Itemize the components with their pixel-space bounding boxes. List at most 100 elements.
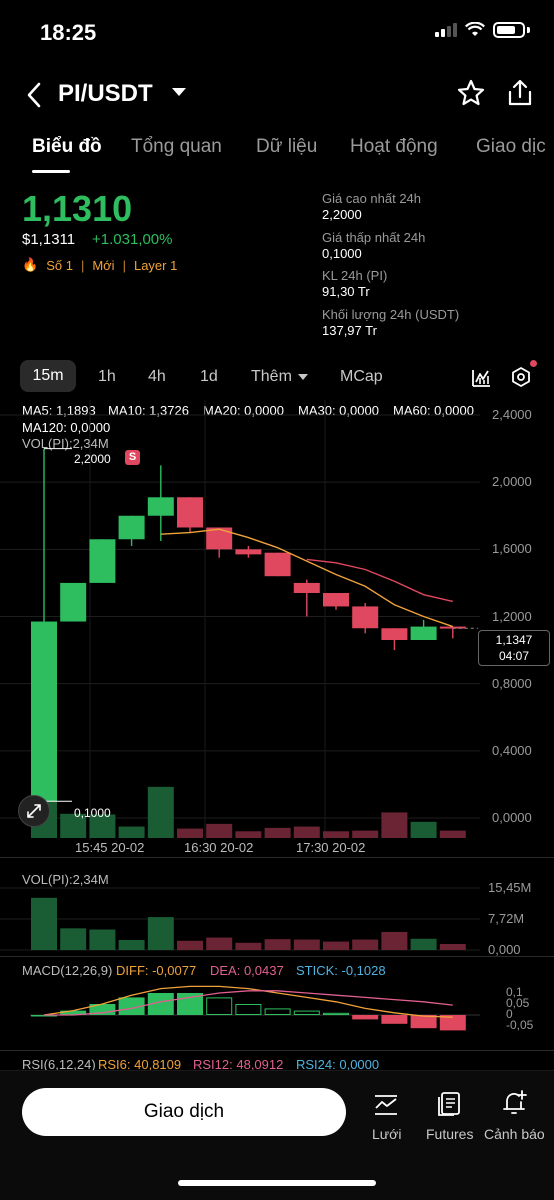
expand-icon: [27, 804, 41, 818]
volume-bar: [352, 939, 379, 950]
volume-overlay-bar: [147, 786, 174, 838]
tab-underline: [32, 170, 70, 173]
period-15m[interactable]: 15m: [20, 360, 76, 392]
price-change: +1.031,00%: [92, 231, 173, 248]
alert-label[interactable]: Cảnh báo: [484, 1126, 545, 1142]
period-1d[interactable]: 1d: [200, 368, 218, 386]
futures-label[interactable]: Futures: [426, 1126, 473, 1142]
volume-overlay-bar: [177, 828, 203, 838]
candle-body: [31, 621, 57, 802]
macd-stick-bar: [264, 1008, 291, 1016]
settings-icon[interactable]: [510, 366, 532, 388]
battery-icon: [493, 22, 525, 38]
volume-overlay-bar: [381, 812, 408, 838]
price-y-tick: 2,4000: [492, 407, 532, 422]
period-mcap[interactable]: MCap: [340, 368, 383, 386]
pair-title[interactable]: PI/USDT: [58, 80, 153, 108]
volume-overlay-bar: [235, 831, 262, 838]
status-icons: [435, 22, 530, 38]
token-tags: 🔥 Số 1 | Mới | Layer 1: [22, 257, 178, 273]
volume-overlay-bar: [323, 831, 349, 838]
candle-body: [381, 628, 408, 641]
volume-overlay-bar: [264, 827, 291, 838]
wifi-icon: [465, 22, 485, 36]
candle-body: [60, 582, 87, 622]
volume-overlay-bar: [352, 830, 379, 838]
volume-overlay-bar: [410, 821, 437, 838]
candle-body: [352, 606, 379, 629]
volume-bar: [381, 931, 408, 950]
low-marker-label: 0,1000: [74, 806, 111, 820]
candle-body: [147, 497, 174, 516]
volume-bar: [177, 940, 203, 950]
low-24h-label: Giá thấp nhất 24h: [322, 230, 426, 245]
tab-trading[interactable]: Giao dịc: [476, 136, 554, 158]
candle-body: [89, 539, 116, 583]
bell-plus-icon[interactable]: [500, 1088, 530, 1118]
futures-icon[interactable]: [436, 1090, 462, 1118]
candle-body: [323, 592, 349, 607]
macd-y-tick: -0,05: [506, 1018, 534, 1032]
high-24h-value: 2,2000: [322, 207, 362, 222]
macd-stick-bar: [206, 997, 233, 1015]
tag-layer1[interactable]: Layer 1: [134, 258, 177, 273]
period-more[interactable]: Thêm: [251, 368, 292, 386]
grid-trading-icon[interactable]: [372, 1092, 400, 1118]
turnover-24h-value: 137,97 Tr: [322, 323, 377, 338]
notification-dot: [530, 360, 537, 367]
volume-bar: [31, 897, 57, 950]
price-x-tick: 16:30 20-02: [184, 840, 254, 855]
volume-y-tick: 15,45M: [488, 880, 532, 895]
high-marker-label: 2,2000: [74, 452, 111, 466]
fire-icon: 🔥: [22, 257, 39, 272]
tab-chart[interactable]: Biểu đồ: [32, 136, 102, 158]
candle-body: [118, 515, 145, 540]
tab-overview[interactable]: Tổng quan: [131, 136, 222, 158]
volume-y-tick: 7,72M: [488, 911, 525, 926]
grid-label[interactable]: Lưới: [372, 1126, 401, 1142]
tab-data[interactable]: Dữ liệu: [256, 136, 317, 158]
volume-bar: [235, 942, 262, 950]
period-1h[interactable]: 1h: [98, 368, 116, 386]
volume-bar: [323, 941, 349, 950]
signal-icon: [435, 23, 457, 37]
price-y-tick: 0,0000: [492, 810, 532, 825]
back-icon[interactable]: [24, 80, 44, 110]
macd-stick-bar: [323, 1012, 349, 1015]
period-4h[interactable]: 4h: [148, 368, 166, 386]
macd-chart[interactable]: [0, 975, 554, 1045]
macd-stick-bar: [235, 1004, 262, 1015]
high-24h-label: Giá cao nhất 24h: [322, 191, 422, 206]
volume-bar: [89, 929, 116, 950]
volume-bar: [206, 937, 233, 950]
volume-bar: [60, 928, 87, 950]
volume-bar: [147, 917, 174, 950]
volume-overlay-bar: [206, 823, 233, 838]
candle-body: [177, 497, 203, 528]
price-y-tick: 2,0000: [492, 474, 532, 490]
chevron-down-icon[interactable]: [172, 88, 186, 96]
sell-signal-badge[interactable]: S: [125, 450, 140, 465]
turnover-24h-label: Khối lượng 24h (USDT): [322, 307, 460, 322]
volume-chart[interactable]: [0, 872, 554, 952]
usd-price: $1,1311: [22, 231, 76, 248]
vol-24h-value: 91,30 Tr: [322, 284, 370, 299]
star-icon[interactable]: [456, 78, 486, 108]
trade-button[interactable]: Giao dịch: [22, 1088, 346, 1136]
tag-rank[interactable]: Số 1: [46, 258, 73, 273]
price-x-tick: 17:30 20-02: [296, 840, 366, 855]
price-chart[interactable]: [0, 400, 554, 840]
countdown-label: 04:07: [498, 649, 530, 663]
indicator-icon[interactable]: [470, 366, 492, 388]
volume-overlay-bar: [439, 830, 466, 838]
low-24h-value: 0,1000: [322, 246, 362, 261]
tab-activity[interactable]: Hoạt động: [350, 136, 438, 158]
more-chevron-icon[interactable]: [298, 374, 308, 380]
current-price-box[interactable]: 1,1347 04:07: [478, 630, 550, 666]
share-icon[interactable]: [506, 78, 534, 108]
volume-overlay-bar: [118, 826, 145, 838]
volume-bar: [293, 939, 320, 950]
candle-body: [293, 582, 320, 593]
expand-chart-button[interactable]: [18, 795, 50, 827]
tag-new[interactable]: Mới: [92, 258, 114, 273]
